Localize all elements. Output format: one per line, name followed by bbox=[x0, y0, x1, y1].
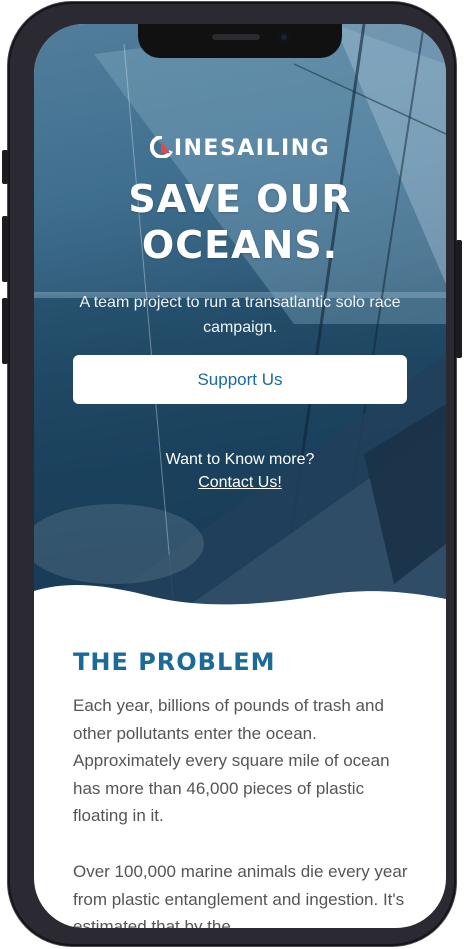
headline-line-2: OCEANS. bbox=[141, 223, 339, 267]
phone-side-button bbox=[2, 150, 8, 184]
brand-logo[interactable]: INESAILING bbox=[34, 134, 446, 161]
phone-frame: INESAILING SAVE OUR OCEANS. A team proje… bbox=[2, 2, 462, 946]
hero-headline: SAVE OUR OCEANS. bbox=[34, 176, 446, 268]
speaker-grille bbox=[212, 34, 260, 40]
front-camera bbox=[278, 31, 290, 43]
headline-line-1: SAVE OUR bbox=[128, 177, 352, 221]
problem-paragraph-2: Over 100,000 marine animals die every ye… bbox=[73, 862, 408, 928]
problem-heading: THE PROBLEM bbox=[73, 648, 276, 676]
support-us-button[interactable]: Support Us bbox=[73, 355, 407, 404]
screen: INESAILING SAVE OUR OCEANS. A team proje… bbox=[34, 24, 446, 928]
contact-us-link[interactable]: Contact Us! bbox=[34, 474, 446, 492]
hero-subtitle: A team project to run a transatlantic so… bbox=[79, 294, 401, 336]
wave-divider bbox=[34, 584, 446, 619]
problem-paragraph-1: Each year, billions of pounds of trash a… bbox=[73, 696, 390, 825]
know-more-text: Want to Know more? bbox=[165, 451, 315, 468]
phone-power-button bbox=[456, 240, 462, 358]
sail-logo-icon bbox=[149, 134, 173, 159]
phone-volume-down bbox=[2, 298, 8, 364]
notch bbox=[138, 24, 342, 58]
brand-logo-text: INESAILING bbox=[173, 136, 331, 161]
phone-volume-up bbox=[2, 216, 8, 282]
